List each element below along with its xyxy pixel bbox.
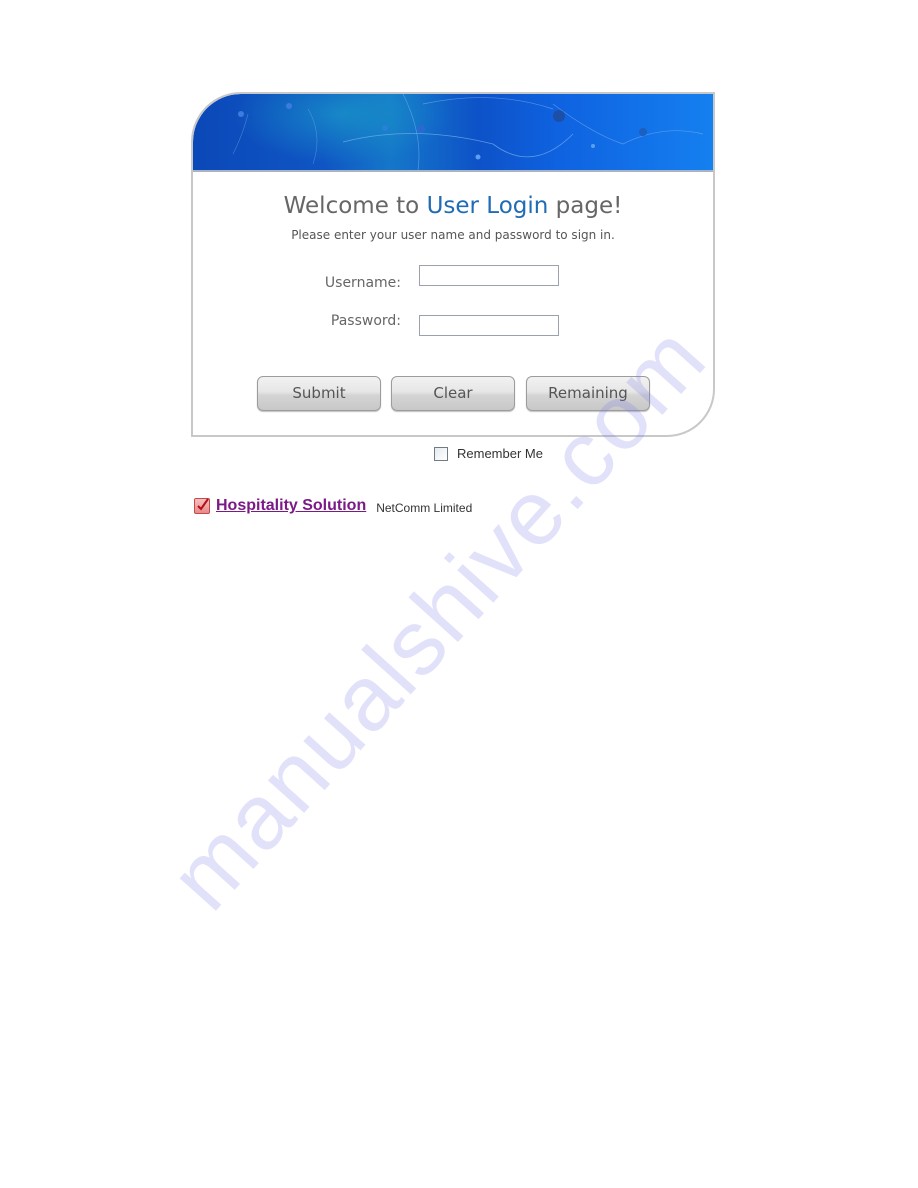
header-banner — [193, 94, 713, 172]
title-suffix: page! — [548, 193, 623, 219]
checkmark-icon — [194, 498, 210, 514]
username-label: Username: — [324, 275, 401, 291]
clear-button[interactable]: Clear — [391, 376, 515, 411]
page-title: Welcome to User Login page! — [193, 193, 713, 219]
title-prefix: Welcome to — [283, 193, 427, 219]
password-input[interactable] — [419, 315, 559, 336]
remember-me-label: Remember Me — [457, 446, 543, 461]
page-subtitle: Please enter your user name and password… — [291, 228, 615, 242]
company-name: NetComm Limited — [376, 500, 473, 515]
remember-me[interactable]: Remember Me — [434, 446, 543, 461]
submit-button[interactable]: Submit — [257, 376, 381, 411]
password-label: Password: — [330, 313, 401, 329]
remaining-button[interactable]: Remaining — [526, 376, 650, 411]
footer: Hospitality Solution NetComm Limited — [194, 497, 472, 515]
banner-network-decoration — [232, 94, 704, 170]
title-accent: User Login — [426, 193, 549, 219]
login-panel: Welcome to User Login page! Please enter… — [191, 92, 715, 437]
hospitality-solution-link[interactable]: Hospitality Solution — [216, 497, 366, 515]
username-input[interactable] — [419, 265, 559, 286]
remember-me-checkbox[interactable] — [434, 446, 448, 461]
